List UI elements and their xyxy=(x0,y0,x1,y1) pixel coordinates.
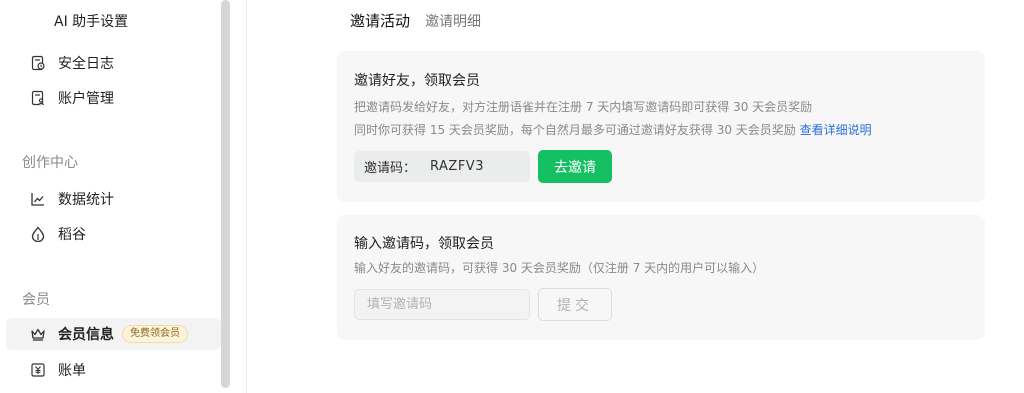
sidebar-item-label: 账户管理 xyxy=(58,91,114,107)
submit-button[interactable]: 提交 xyxy=(538,288,612,321)
crown-icon xyxy=(30,326,46,342)
sidebar-item-bills[interactable]: 账单 xyxy=(6,354,221,386)
sidebar-item-data-statistics[interactable]: 数据统计 xyxy=(6,183,221,215)
yen-bill-icon xyxy=(30,362,46,378)
section-title-member: 会员 xyxy=(22,292,50,308)
invite-code-value: RAZFV3 xyxy=(430,159,484,174)
sidebar: AI 助手设置 安全日志 账户管理 创作中心 数据统计 稻谷 会员 会员信息 免… xyxy=(0,0,232,393)
invite-friends-card: 邀请好友，领取会员 把邀请码发给好友，对方注册语雀并在注册 7 天内填写邀请码即… xyxy=(337,51,985,202)
sidebar-item-ai-assistant-settings[interactable]: AI 助手设置 xyxy=(54,11,128,31)
sidebar-item-label: 会员信息 xyxy=(58,327,114,343)
sidebar-item-rice[interactable]: 稻谷 xyxy=(6,218,221,250)
invite-card-desc-2: 同时你可获得 15 天会员奖励，每个自然月最多可通过邀请好友获得 30 天会员奖… xyxy=(354,121,872,138)
section-title-creation-center: 创作中心 xyxy=(22,155,78,171)
sidebar-item-security-log[interactable]: 安全日志 xyxy=(6,47,221,79)
tab-invite-details[interactable]: 邀请明细 xyxy=(425,11,481,31)
invite-code-box: 邀请码： RAZFV3 xyxy=(354,151,530,182)
sidebar-item-label: 数据统计 xyxy=(58,192,114,208)
sidebar-item-label: 安全日志 xyxy=(58,56,114,72)
sidebar-item-label: 稻谷 xyxy=(58,227,86,243)
line-chart-icon xyxy=(30,191,46,207)
invite-card-desc-2-text: 同时你可获得 15 天会员奖励，每个自然月最多可通过邀请好友获得 30 天会员奖… xyxy=(354,123,796,137)
invite-card-desc-1: 把邀请码发给好友，对方注册语雀并在注册 7 天内填写邀请码即可获得 30 天会员… xyxy=(354,100,813,114)
view-details-link[interactable]: 查看详细说明 xyxy=(800,123,872,137)
sidebar-item-label: 账单 xyxy=(58,363,86,379)
sidebar-item-member-info[interactable]: 会员信息 免费领会员 xyxy=(6,318,221,350)
invite-code-input[interactable] xyxy=(354,289,530,320)
free-member-badge[interactable]: 免费领会员 xyxy=(122,325,188,343)
invite-button[interactable]: 去邀请 xyxy=(538,150,612,183)
tab-bar: 邀请活动 邀请明细 xyxy=(350,10,481,31)
account-document-icon xyxy=(30,90,46,106)
invite-code-label: 邀请码： xyxy=(364,161,417,176)
enter-card-desc: 输入好友的邀请码，可获得 30 天会员奖励（仅注册 7 天内的用户可以输入） xyxy=(354,261,765,275)
rice-grain-icon xyxy=(30,226,46,242)
log-document-icon xyxy=(30,55,46,71)
invite-card-title: 邀请好友，领取会员 xyxy=(354,73,480,89)
sidebar-item-account-management[interactable]: 账户管理 xyxy=(6,82,221,114)
tab-invite-activity[interactable]: 邀请活动 xyxy=(350,10,410,31)
enter-invite-code-card: 输入邀请码，领取会员 输入好友的邀请码，可获得 30 天会员奖励（仅注册 7 天… xyxy=(337,215,985,340)
sidebar-scrollbar[interactable] xyxy=(221,0,230,388)
sidebar-divider xyxy=(246,0,247,393)
enter-card-title: 输入邀请码，领取会员 xyxy=(354,236,494,252)
